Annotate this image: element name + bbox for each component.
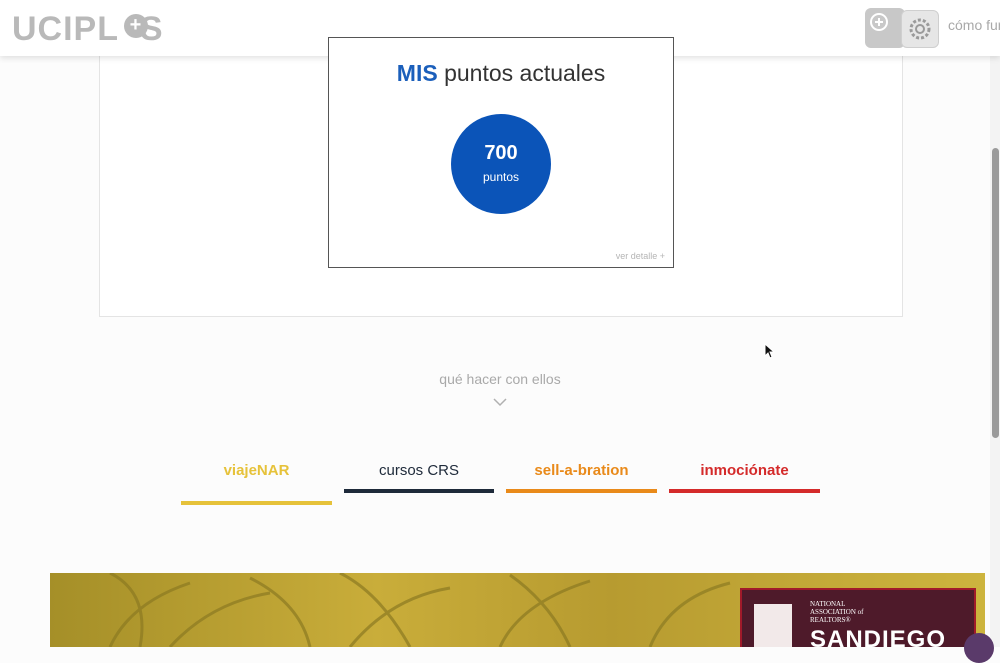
- ver-detalle-link[interactable]: ver detalle +: [616, 251, 665, 261]
- tab-sell-a-bration[interactable]: sell-a-bration: [506, 462, 657, 494]
- nar-san-diego-logo: NATIONAL ASSOCIATION of REALTORS® SANDIE…: [740, 588, 976, 647]
- mouse-cursor-icon: [764, 342, 776, 364]
- tab-underline: [669, 489, 820, 493]
- tab-inmocionate[interactable]: inmociónate: [669, 462, 820, 494]
- chevron-down-icon[interactable]: [493, 394, 507, 412]
- settings-gear-icon[interactable]: [901, 10, 939, 48]
- tab-label: sell-a-bration: [534, 462, 629, 479]
- points-value: 700: [484, 142, 518, 164]
- card-title-bold: MIS: [396, 60, 438, 86]
- nar-small-text: NATIONAL ASSOCIATION of REALTORS®: [810, 600, 864, 624]
- scrollbar-thumb[interactable]: [992, 148, 999, 438]
- ucipl-logo[interactable]: UCIPL S +: [12, 10, 164, 49]
- card-title-rest: puntos actuales: [437, 60, 606, 86]
- logo-plus-icon: +: [124, 14, 148, 38]
- card-title: MIS puntos actuales: [329, 60, 673, 87]
- add-plus-icon[interactable]: [865, 8, 905, 48]
- tab-label: viajeNAR: [223, 462, 290, 479]
- tab-viajenar[interactable]: viajeNAR: [181, 462, 332, 506]
- tab-underline: [181, 501, 332, 505]
- como-funciona-link[interactable]: cómo funciona: [948, 16, 1000, 35]
- tab-label: inmociónate: [700, 462, 789, 479]
- tab-cursos-crs[interactable]: cursos CRS: [344, 462, 494, 494]
- chat-bubble-icon[interactable]: [964, 633, 994, 663]
- nar-big-text: SANDIEGO: [810, 626, 947, 647]
- points-unit: puntos: [482, 170, 520, 184]
- tab-label: cursos CRS: [378, 462, 460, 479]
- points-card: MIS puntos actuales 700 puntos ver detal…: [328, 37, 674, 268]
- points-circle: 700 puntos: [451, 114, 551, 214]
- viajenar-banner-image: NATIONAL ASSOCIATION of REALTORS® SANDIE…: [50, 573, 985, 647]
- que-hacer-heading: qué hacer con ellos: [439, 371, 561, 387]
- tab-underline: [506, 489, 657, 493]
- tab-underline: [344, 489, 494, 493]
- realtor-r-icon: [754, 604, 792, 647]
